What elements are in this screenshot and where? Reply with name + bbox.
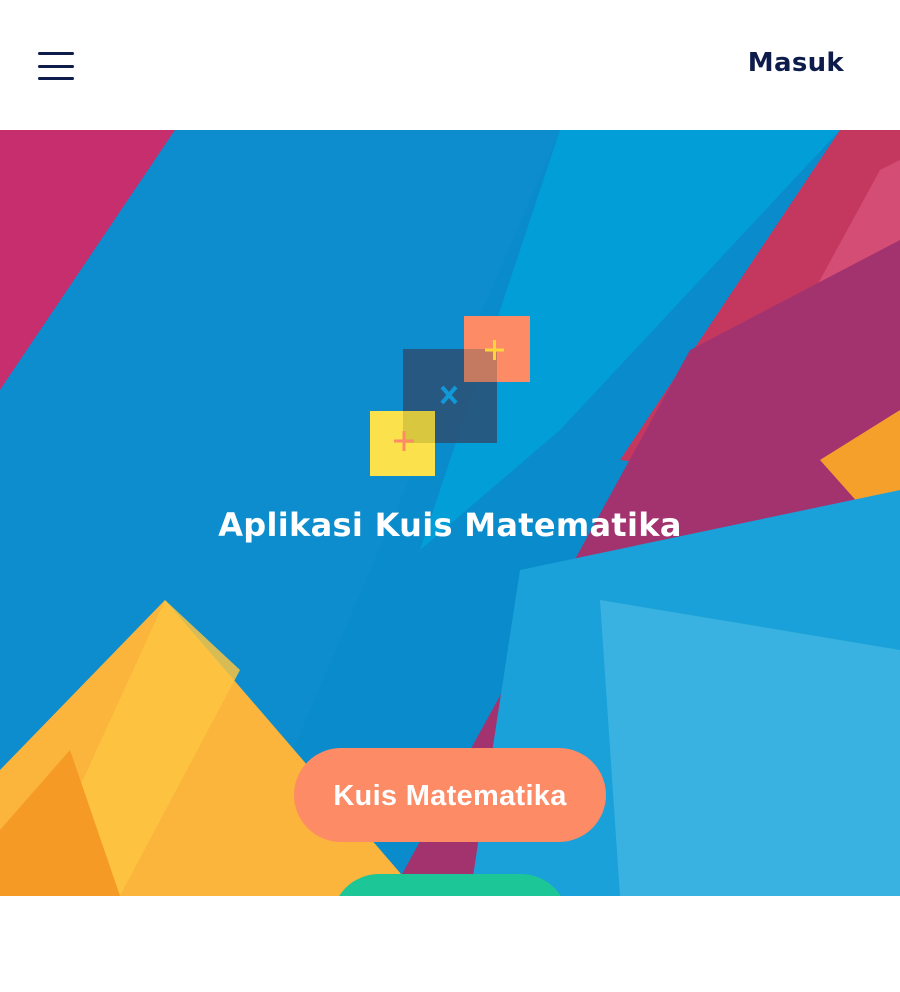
menu-line bbox=[38, 64, 74, 68]
login-link[interactable]: Masuk bbox=[748, 48, 844, 78]
hero-title: Aplikasi Kuis Matematika bbox=[218, 506, 682, 544]
hamburger-menu-icon[interactable] bbox=[38, 52, 74, 80]
hero-banner: Aplikasi Kuis Matematika Kuis Matematika bbox=[0, 130, 900, 896]
math-symbols-logo-icon bbox=[370, 316, 530, 476]
menu-line bbox=[38, 77, 74, 80]
top-navigation-bar: Masuk bbox=[0, 0, 900, 130]
menu-line bbox=[38, 52, 74, 55]
math-quiz-button[interactable]: Kuis Matematika bbox=[294, 748, 606, 842]
secondary-button[interactable] bbox=[332, 874, 568, 896]
